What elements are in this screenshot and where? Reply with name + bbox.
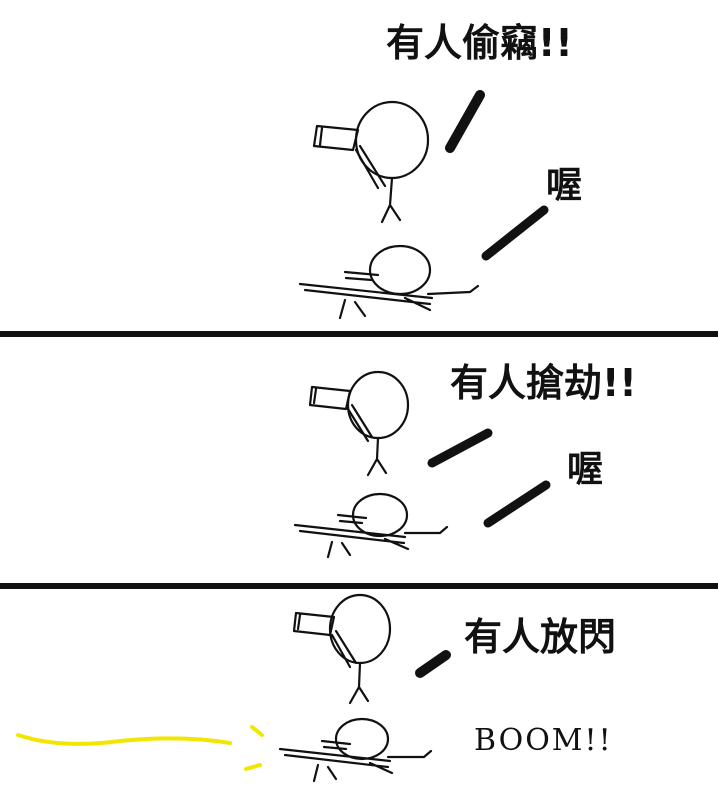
flash-spark [244,763,262,771]
shout-caption: 有人放閃 [464,615,617,659]
standing-figure-head [328,593,392,665]
speech-line-2 [483,480,551,528]
reply-caption: 喔 [567,449,604,490]
binoculars-icon [308,385,352,411]
standing-figure-body [348,661,370,705]
sniper-rifle-and-body [278,739,433,783]
shout-caption: 有人偷竊!! [386,21,573,65]
speech-line-1 [427,428,493,468]
boom-sound-caption: BOOM!! [474,723,613,758]
flash-spark [250,725,264,737]
standing-figure-arm [354,144,387,190]
sniper-head [334,717,390,761]
shout-caption: 有人搶劫!! [450,361,637,405]
flash-beam [16,733,232,746]
comic-panel-1: 有人偷竊!! 喔 [0,0,718,331]
standing-figure-head [346,370,410,440]
sniper-head [351,492,409,538]
sniper-head [368,244,432,296]
comic-panel-2: 有人搶劫!! 喔 [0,337,718,583]
sniper-rifle-and-body [298,270,480,320]
reply-caption: 喔 [546,165,583,206]
binoculars-icon [292,611,336,637]
comic-panel-3: 有人放閃 BOOM!! [0,589,718,802]
standing-figure-body [366,436,388,477]
speech-line-1 [415,650,451,678]
panel-1-drawing [298,90,549,320]
binoculars-icon [312,124,360,152]
speech-line-1 [445,90,485,153]
speech-line-2 [481,205,549,261]
